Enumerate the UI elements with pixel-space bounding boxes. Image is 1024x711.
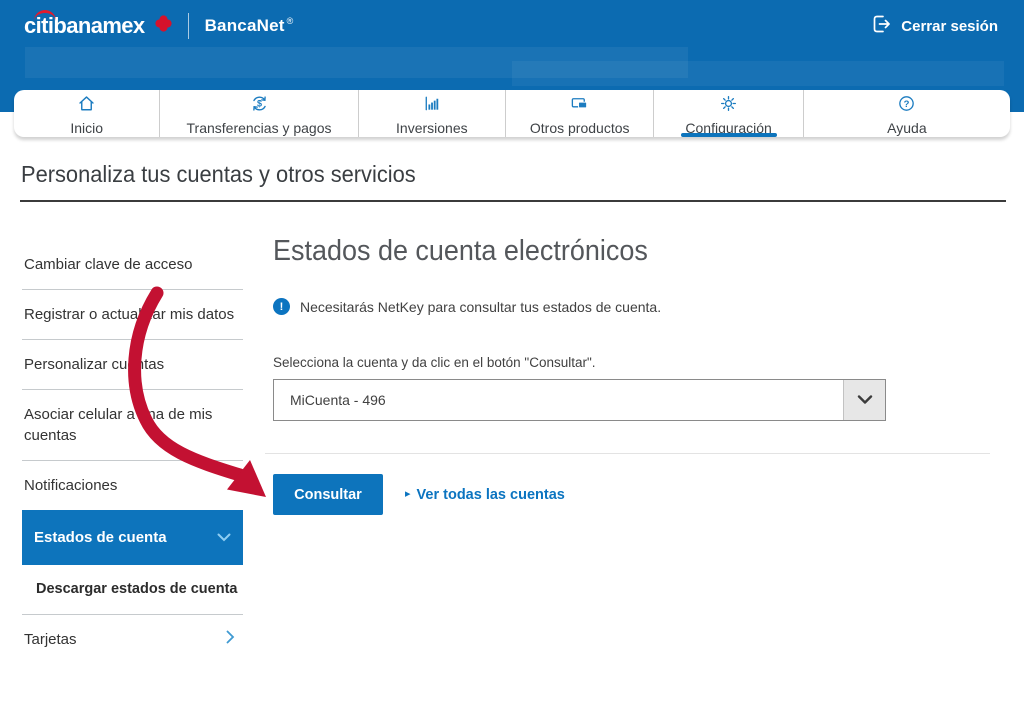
tab-label: Transferencias y pagos [187,120,332,136]
section-heading: Estados de cuenta electrónicos [273,234,940,268]
banamex-flower-icon [155,15,172,37]
sidebar-item-notificaciones[interactable]: Notificaciones [22,461,243,510]
active-tab-underline [681,133,777,137]
sidebar-item-registrar-datos[interactable]: Registrar o actualizar mis datos [22,290,243,340]
sidebar-item-cambiar-clave[interactable]: Cambiar clave de acceso [22,240,243,290]
link-label: Ver todas las cuentas [417,487,565,503]
info-icon: ! [273,298,290,315]
bancanet-page: citibanamex BancaNet® [0,0,1024,711]
logout-label: Cerrar sesión [901,18,998,35]
citibanamex-logo: citibanamex [24,12,145,40]
tab-label: Inversiones [396,120,468,136]
product-name: BancaNet® [205,16,294,36]
tab-ayuda[interactable]: ? Ayuda [804,90,1010,137]
logo-divider [188,13,189,39]
tab-otros-productos[interactable]: Otros productos [506,90,654,137]
tab-label: Inicio [70,120,103,136]
redacted-user-info-bar [512,61,1004,86]
consultar-button[interactable]: Consultar [273,474,383,515]
svg-text:?: ? [904,99,910,110]
select-chevron-button[interactable] [843,380,885,420]
account-select-label: Selecciona la cuenta y da clic en el bot… [273,355,990,370]
page-title: Personaliza tus cuentas y otros servicio… [21,161,416,188]
ver-todas-las-cuentas-link[interactable]: ▸ Ver todas las cuentas [405,487,565,503]
main-content: Estados de cuenta electrónicos ! Necesit… [273,234,990,515]
credit-card-icon [570,94,589,118]
gear-icon [719,94,738,118]
chevron-down-icon [857,395,873,405]
bar-chart-icon [422,94,441,118]
tab-transferencias-y-pagos[interactable]: $ Transferencias y pagos [160,90,358,137]
tab-inversiones[interactable]: Inversiones [359,90,506,137]
citi-arc [34,10,56,21]
sidebar-item-tarjetas[interactable]: Tarjetas [22,615,243,664]
tab-label: Otros productos [530,120,630,136]
sidebar-item-asociar-celular[interactable]: Asociar celular a una de mis cuentas [22,390,243,461]
registered-mark: ® [287,16,294,26]
title-divider [20,200,1006,202]
svg-text:$: $ [256,99,261,109]
account-select-value: MiCuenta - 496 [274,392,843,408]
triangle-bullet-icon: ▸ [405,489,411,500]
logout-button[interactable]: Cerrar sesión [870,13,998,40]
chevron-right-icon [226,629,235,650]
brand-area: citibanamex BancaNet® [24,12,293,40]
settings-sidebar: Cambiar clave de acceso Registrar o actu… [22,240,243,664]
tab-label: Ayuda [887,120,926,136]
sidebar-subitem-descargar-estados[interactable]: Descargar estados de cuenta [22,565,243,615]
chevron-down-icon [217,527,231,548]
transfer-money-icon: $ [250,94,269,118]
sidebar-item-personalizar-cuentas[interactable]: Personalizar cuentas [22,340,243,390]
netkey-notice: ! Necesitarás NetKey para consultar tus … [273,298,990,315]
notice-text: Necesitarás NetKey para consultar tus es… [300,299,661,315]
actions-row: Consultar ▸ Ver todas las cuentas [273,474,990,515]
account-select[interactable]: MiCuenta - 496 [273,379,886,421]
sidebar-item-estados-de-cuenta[interactable]: Estados de cuenta [22,510,243,565]
help-icon: ? [897,94,916,118]
tab-inicio[interactable]: Inicio [14,90,160,137]
logout-icon [870,13,892,40]
main-nav-tabbar: Inicio $ Transferencias y pagos [14,90,1010,137]
tab-configuracion[interactable]: Configuración [654,90,803,137]
home-icon [77,94,96,118]
content-divider [265,453,990,454]
